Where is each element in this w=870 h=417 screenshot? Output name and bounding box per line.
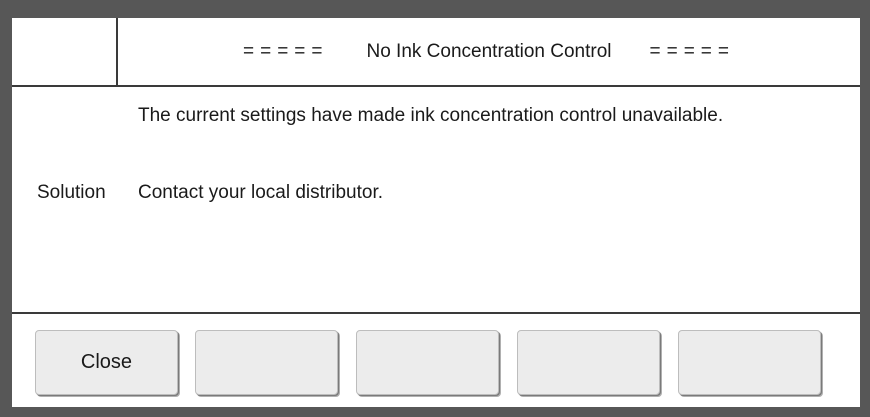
title-decoration-left: =====: [243, 40, 329, 62]
dialog-title-group: ===== No Ink Concentration Control =====: [118, 18, 860, 85]
button-bar: Close: [12, 312, 860, 407]
solution-text: Contact your local distributor.: [138, 182, 384, 203]
close-button[interactable]: Close: [35, 330, 178, 395]
screen-frame: ===== No Ink Concentration Control =====…: [0, 0, 870, 417]
dialog-title: No Ink Concentration Control: [366, 40, 612, 62]
dialog-header: ===== No Ink Concentration Control =====: [12, 18, 860, 87]
solution-label: Solution: [37, 182, 106, 203]
title-decoration-right: =====: [649, 40, 735, 62]
blank-button-2[interactable]: [195, 330, 338, 395]
dialog-panel: ===== No Ink Concentration Control =====…: [12, 18, 860, 407]
blank-button-5[interactable]: [678, 330, 821, 395]
blank-button-3[interactable]: [356, 330, 499, 395]
error-message: The current settings have made ink conce…: [138, 105, 724, 126]
blank-button-4[interactable]: [517, 330, 660, 395]
